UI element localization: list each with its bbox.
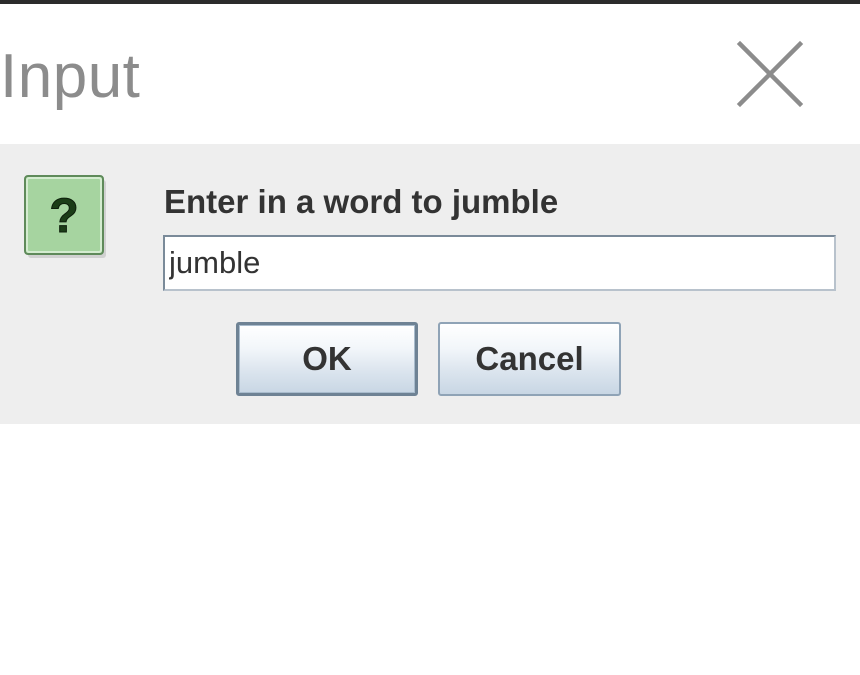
close-icon [736,40,804,108]
word-input[interactable] [163,235,836,291]
question-icon: ? [24,174,106,258]
question-mark-glyph: ? [49,190,78,243]
window-title: Input [0,42,141,111]
prompt-label: Enter in a word to jumble [164,183,559,220]
ok-button[interactable]: OK [236,322,418,396]
dialog-content: ? Enter in a word to jumble OK Cancel [0,144,860,424]
input-dialog-window: Input ? Enter in a word to jumble OK Can… [0,0,860,675]
title-bar[interactable]: Input [0,4,860,144]
cancel-button[interactable]: Cancel [438,322,621,396]
close-button[interactable] [732,36,808,112]
